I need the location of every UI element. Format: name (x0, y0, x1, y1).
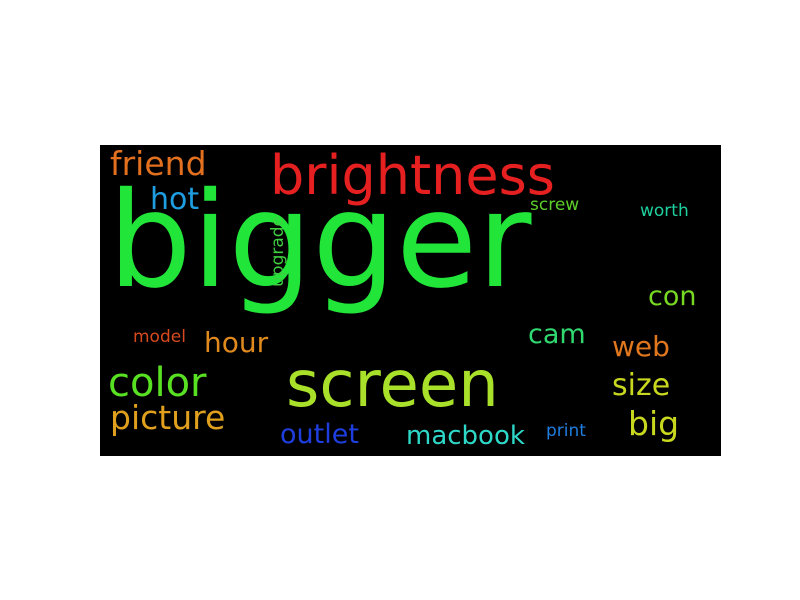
word-outlet: outlet (280, 419, 359, 450)
word-print: print (546, 421, 586, 441)
word-friend: friend (110, 145, 207, 183)
word-screen: screen (286, 348, 499, 422)
word-hot: hot (150, 182, 200, 217)
word-cam: cam (528, 319, 586, 350)
word-con: con (648, 281, 697, 312)
word-screw: screw (530, 195, 580, 215)
word-hour: hour (204, 326, 269, 359)
word-upgrade: upgrade (268, 215, 288, 287)
word-worth: worth (640, 201, 689, 221)
word-big: big (628, 404, 680, 443)
word-size: size (612, 368, 671, 403)
word-brightness: brightness (270, 145, 555, 207)
word-model: model (133, 327, 186, 347)
word-macbook: macbook (406, 421, 525, 451)
word-web: web (612, 330, 670, 363)
word-picture: picture (110, 398, 226, 437)
word-cloud-canvas: bigger screen brightness color friend ho… (100, 145, 721, 456)
word-color: color (108, 360, 207, 406)
